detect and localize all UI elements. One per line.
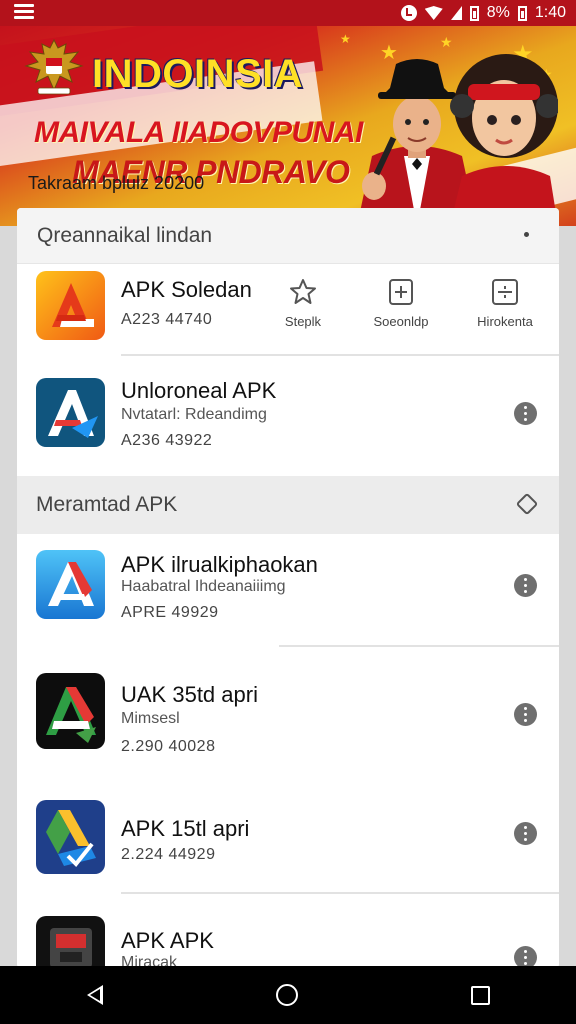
battery-percent: 8% <box>486 4 510 21</box>
signal-icon <box>450 6 462 20</box>
app-name: Unloroneal APK <box>121 378 277 403</box>
featured-app-name: APK Soledan <box>121 277 252 302</box>
action-star-button[interactable]: Steplk <box>273 278 333 329</box>
star-icon <box>290 279 316 304</box>
action-add-label: Soeonldp <box>373 314 429 329</box>
system-nav-bar <box>0 966 576 1024</box>
app-row[interactable]: UAK 35td apri Mimsesl 2.290 40028 <box>17 648 559 764</box>
divider <box>279 645 559 647</box>
menu-icon[interactable] <box>14 4 34 22</box>
app-list-sheet: Qreannaikal lindan APK Soledan A223 4474… <box>17 208 559 968</box>
section-title: Meramtad APK <box>36 493 178 516</box>
banner-subtitle-1: MAIVALA IIADOVPUNAI <box>34 116 363 149</box>
app-meta: A236 43922 <box>121 432 213 449</box>
alarm-icon <box>400 5 417 21</box>
battery-icon-2 <box>517 5 527 21</box>
app-icon-dark-a <box>36 673 105 749</box>
back-icon[interactable] <box>86 985 103 1005</box>
app-subtitle: Mimsesl <box>121 710 180 727</box>
more-options-icon[interactable] <box>514 703 537 726</box>
app-row[interactable]: APK ilrualkiphaokan Haabatral Ihdeanaiii… <box>17 534 559 644</box>
status-time: 1:40 <box>534 4 566 21</box>
wifi-icon <box>424 6 443 20</box>
app-name: APK ilrualkiphaokan <box>121 552 318 577</box>
plus-box-icon <box>389 279 413 305</box>
app-name: UAK 35td apri <box>121 682 258 707</box>
app-name: APK 15tl apri <box>121 816 250 841</box>
minus-box-icon <box>492 279 518 305</box>
featured-app-meta: A223 44740 <box>121 311 213 328</box>
app-icon-blue-a <box>36 378 105 447</box>
app-meta: 2.290 40028 <box>121 738 216 755</box>
list-header-title: Qreannaikal lindan <box>37 223 213 247</box>
app-icon-device <box>36 916 105 968</box>
recent-apps-icon[interactable] <box>470 985 490 1005</box>
app-subtitle: Haabatral Ihdeanaiiimg <box>121 578 286 595</box>
status-icons: 8% 1:40 <box>400 2 566 24</box>
header-menu-icon[interactable] <box>524 232 529 237</box>
app-icon-orange <box>36 271 105 340</box>
more-options-icon[interactable] <box>514 822 537 845</box>
promo-banner[interactable]: ★ ★ ★ ★ ★ INDOINSIA MAIVALA IIADOVPUNAI … <box>0 26 576 226</box>
featured-app-row[interactable]: APK Soledan A223 44740 Steplk Soeonldp H… <box>17 264 559 356</box>
app-icon-light-blue-a <box>36 550 105 619</box>
action-star-label: Steplk <box>284 314 322 329</box>
app-name: APK APK <box>121 928 214 953</box>
star-icon: ★ <box>340 32 351 46</box>
more-options-icon[interactable] <box>514 946 537 968</box>
status-bar: 8% 1:40 <box>0 0 576 26</box>
more-options-icon[interactable] <box>514 402 537 425</box>
action-remove-button[interactable]: Hirokenta <box>469 278 541 329</box>
banner-date: Takraam bplulz 20200 <box>28 173 205 193</box>
app-meta: APRE 49929 <box>121 604 219 621</box>
app-icon-drive <box>36 800 105 874</box>
home-icon[interactable] <box>275 984 298 1006</box>
woman-illustration <box>450 54 558 226</box>
banner-title: INDOINSIA <box>92 52 304 96</box>
garuda-emblem-icon <box>24 38 84 95</box>
more-options-icon[interactable] <box>514 574 537 597</box>
app-subtitle: Nvtatarl: Rdeandimg <box>121 406 267 423</box>
app-meta: 2.224 44929 <box>121 846 216 863</box>
action-add-button[interactable]: Soeonldp <box>367 278 435 329</box>
list-header: Qreannaikal lindan <box>17 208 559 264</box>
app-row[interactable]: Unloroneal APK Nvtatarl: Rdeandimg A236 … <box>17 356 559 474</box>
section-tag-icon[interactable] <box>515 492 539 516</box>
battery-icon <box>469 5 479 21</box>
section-header: Meramtad APK <box>17 476 559 534</box>
app-row[interactable]: APK APK Miracak <box>17 894 559 968</box>
app-row[interactable]: APK 15tl apri 2.224 44929 <box>17 780 559 890</box>
action-remove-label: Hirokenta <box>477 314 533 329</box>
